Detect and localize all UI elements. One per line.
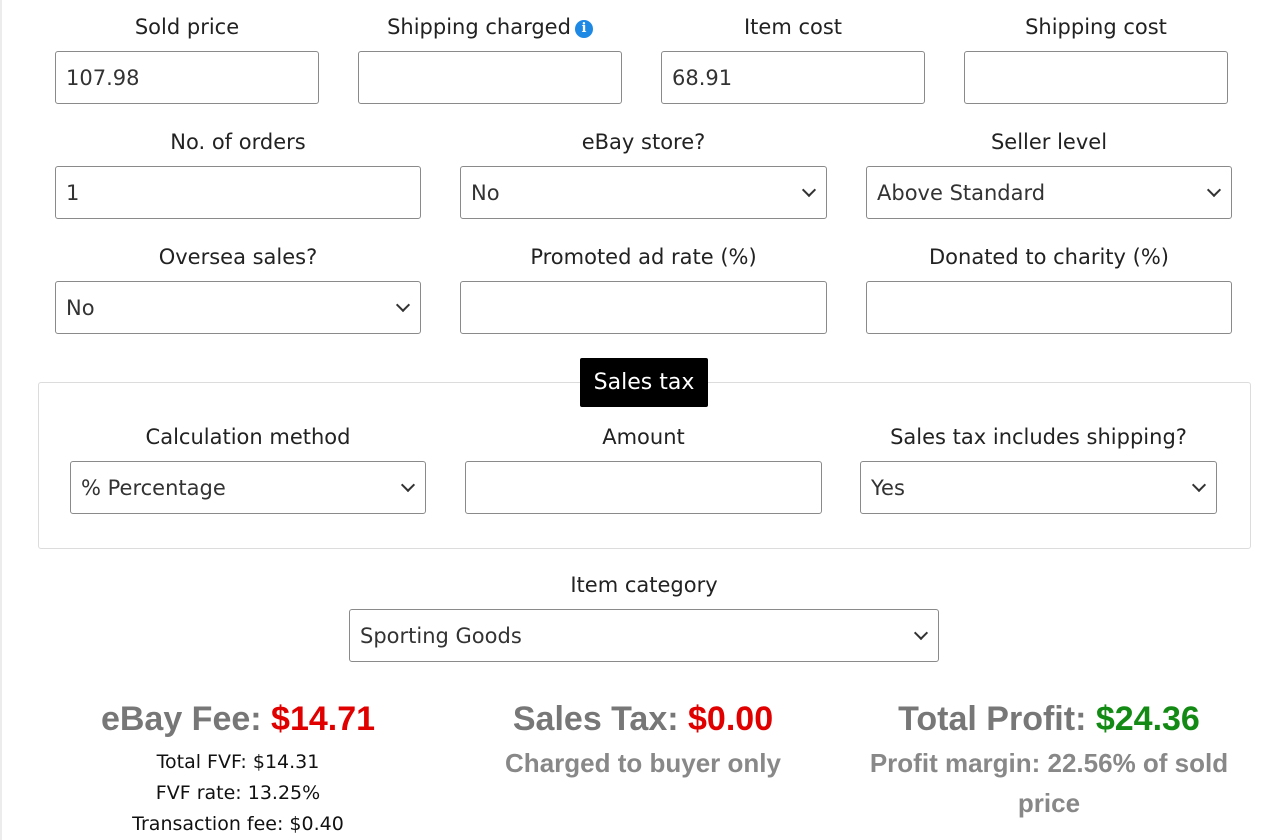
amount-field: Amount [465, 424, 822, 514]
sold-price-input[interactable]: 107.98 [55, 51, 319, 104]
promoted-ad-rate-input[interactable] [460, 281, 827, 334]
item-category-label: Item category [570, 573, 718, 597]
calculation-method-label: Calculation method [145, 425, 351, 449]
total-profit-result: Total Profit: $24.36 Profit margin: 22.5… [859, 700, 1239, 823]
oversea-sales-label: Oversea sales? [158, 245, 318, 269]
sales-tax-label: Sales Tax: [512, 700, 679, 738]
item-category-select[interactable]: Sporting Goods [349, 609, 939, 662]
sold-price-label: Sold price [134, 15, 240, 39]
oversea-sales-value: No [66, 295, 95, 320]
fvf-rate-line: FVF rate: 13.25% [155, 782, 321, 804]
seller-level-select[interactable]: Above Standard [866, 166, 1232, 219]
amount-input[interactable] [465, 461, 822, 514]
item-cost-label: Item cost [743, 15, 843, 39]
donated-to-charity-input[interactable] [866, 281, 1232, 334]
shipping-charged-input[interactable] [358, 51, 622, 104]
tax-includes-shipping-select[interactable]: Yes [860, 461, 1217, 514]
shipping-cost-label: Shipping cost [1025, 15, 1167, 39]
no-of-orders-field: No. of orders 1 [55, 129, 421, 219]
sales-tax-note: Charged to buyer only [505, 748, 781, 778]
shipping-cost-field: Shipping cost [964, 14, 1228, 104]
promoted-ad-rate-field: Promoted ad rate (%) [460, 244, 827, 334]
ebay-store-value: No [471, 180, 500, 205]
amount-label: Amount [602, 425, 685, 449]
ebay-fee-result: eBay Fee: $14.71 Total FVF: $14.31 FVF r… [58, 700, 418, 840]
oversea-sales-field: Oversea sales? No [55, 244, 421, 334]
seller-level-value: Above Standard [877, 180, 1046, 205]
item-category-field: Item category Sporting Goods [349, 572, 939, 662]
donated-to-charity-label: Donated to charity (%) [929, 245, 1169, 269]
shipping-cost-input[interactable] [964, 51, 1228, 104]
total-fvf-line: Total FVF: $14.31 [156, 751, 320, 773]
sold-price-field: Sold price 107.98 [55, 14, 319, 104]
shipping-charged-label: Shipping charged i [358, 14, 622, 40]
shipping-charged-field: Shipping charged i [358, 14, 622, 104]
chevron-down-icon [913, 625, 929, 640]
calculation-method-value: % Percentage [81, 475, 226, 500]
ebay-store-label: eBay store? [581, 130, 706, 154]
ebay-fee-calculator: Sold price 107.98 Shipping charged i Item… [0, 0, 1280, 840]
ebay-store-field: eBay store? No [460, 129, 827, 219]
donated-to-charity-field: Donated to charity (%) [866, 244, 1232, 334]
chevron-down-icon [400, 477, 416, 492]
info-icon[interactable]: i [574, 20, 593, 38]
sales-tax-value: $0.00 [688, 700, 774, 738]
no-of-orders-input[interactable]: 1 [55, 166, 421, 219]
seller-level-field: Seller level Above Standard [866, 129, 1232, 219]
item-cost-input[interactable]: 68.91 [661, 51, 925, 104]
ebay-fee-heading: eBay Fee: $14.71 [58, 700, 418, 739]
ebay-fee-value: $14.71 [271, 700, 376, 738]
ebay-fee-label: eBay Fee: [100, 700, 262, 738]
tax-includes-shipping-field: Sales tax includes shipping? Yes [860, 424, 1217, 514]
total-profit-label: Total Profit: [898, 700, 1087, 738]
chevron-down-icon [801, 182, 817, 197]
seller-level-label: Seller level [990, 130, 1108, 154]
profit-margin-note: Profit margin: 22.56% of sold price [869, 748, 1229, 818]
chevron-down-icon [1191, 477, 1207, 492]
tax-includes-shipping-value: Yes [871, 475, 905, 500]
chevron-down-icon [1206, 182, 1222, 197]
ebay-store-select[interactable]: No [460, 166, 827, 219]
calculation-method-field: Calculation method % Percentage [70, 424, 426, 514]
shipping-charged-label-text: Shipping charged [387, 15, 571, 39]
sales-tax-heading: Sales Tax: $0.00 [463, 700, 823, 739]
no-of-orders-label: No. of orders [170, 130, 306, 154]
sales-tax-result: Sales Tax: $0.00 Charged to buyer only [463, 700, 823, 783]
chevron-down-icon [395, 297, 411, 312]
calculation-method-select[interactable]: % Percentage [70, 461, 426, 514]
oversea-sales-select[interactable]: No [55, 281, 421, 334]
sales-tax-title: Sales tax [580, 358, 708, 407]
tax-includes-shipping-label: Sales tax includes shipping? [890, 425, 1187, 449]
total-profit-heading: Total Profit: $24.36 [859, 700, 1239, 739]
promoted-ad-rate-label: Promoted ad rate (%) [530, 245, 757, 269]
total-profit-value: $24.36 [1095, 700, 1200, 738]
transaction-fee-line: Transaction fee: $0.40 [132, 813, 344, 835]
item-cost-field: Item cost 68.91 [661, 14, 925, 104]
item-category-value: Sporting Goods [360, 623, 522, 648]
